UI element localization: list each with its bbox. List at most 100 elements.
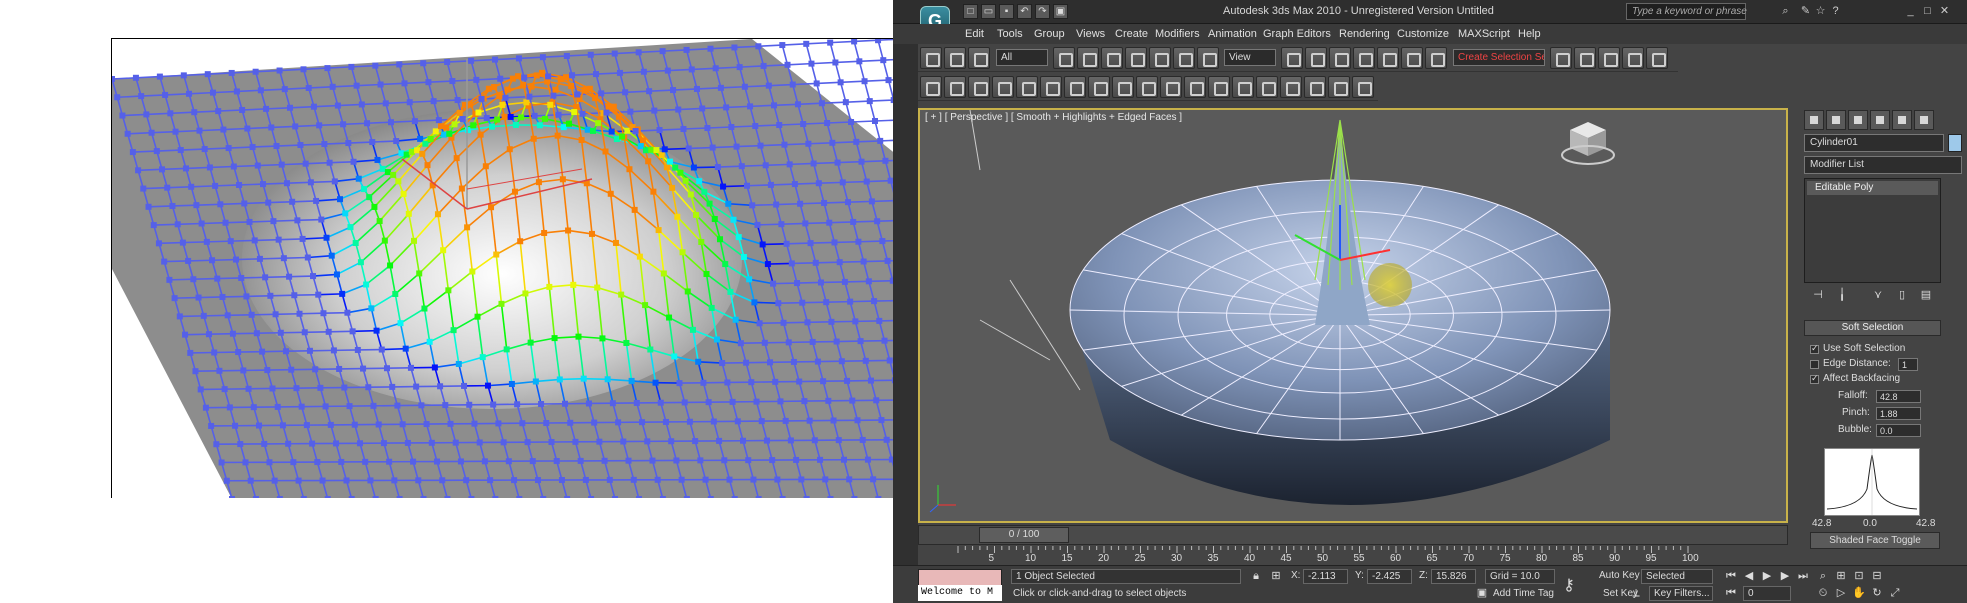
tool-button-14[interactable]: [1232, 76, 1254, 98]
search-input[interactable]: Type a keyword or phrase: [1626, 3, 1747, 20]
tool-button-7[interactable]: [1064, 76, 1086, 98]
time-config-icon[interactable]: ⏲: [1815, 586, 1831, 601]
go-to-start-icon[interactable]: ⏮: [1723, 569, 1739, 584]
mirror-button[interactable]: [1550, 47, 1572, 69]
reference-coordinate-select[interactable]: View: [1224, 49, 1276, 66]
move-button[interactable]: [1149, 47, 1171, 69]
percent-snap-button[interactable]: [1401, 47, 1423, 69]
menu-help[interactable]: Help: [1518, 28, 1541, 40]
motion-tab-icon[interactable]: [1870, 110, 1890, 130]
menu-views[interactable]: Views: [1076, 28, 1105, 40]
menu-maxscript[interactable]: MAXScript: [1458, 28, 1510, 40]
pivot-center-button[interactable]: [1281, 47, 1303, 69]
field-of-view-icon[interactable]: ▷: [1833, 586, 1849, 601]
zoom-icon[interactable]: ⌕: [1815, 569, 1831, 584]
align-button[interactable]: [1574, 47, 1596, 69]
viewport-label[interactable]: [ + ] [ Perspective ] [ Smooth + Highlig…: [925, 112, 1182, 123]
absolute-mode-icon[interactable]: ⊞: [1268, 569, 1284, 584]
menu-edit[interactable]: Edit: [965, 28, 984, 40]
tool-button-5[interactable]: [1016, 76, 1038, 98]
select-by-name-button[interactable]: [1077, 47, 1099, 69]
hierarchy-tab-icon[interactable]: [1848, 110, 1868, 130]
menu-customize[interactable]: Customize: [1397, 28, 1449, 40]
rotate-button[interactable]: [1173, 47, 1195, 69]
help-icon[interactable]: ?: [1828, 4, 1843, 19]
utilities-tab-icon[interactable]: [1914, 110, 1934, 130]
tool-button-9[interactable]: [1112, 76, 1134, 98]
modifier-list-select[interactable]: Modifier List: [1804, 156, 1962, 174]
tool-button-17[interactable]: [1304, 76, 1326, 98]
redo-icon[interactable]: ↷: [1035, 4, 1050, 19]
current-frame-field[interactable]: 0: [1743, 586, 1791, 601]
select-object-button[interactable]: [1053, 47, 1075, 69]
pan-icon[interactable]: ✋: [1851, 586, 1867, 601]
edge-distance-checkbox[interactable]: [1810, 360, 1819, 369]
tool-button-15[interactable]: [1256, 76, 1278, 98]
menu-graph-editors[interactable]: Graph Editors: [1263, 28, 1331, 40]
soft-selection-rollout[interactable]: Soft Selection: [1804, 320, 1941, 336]
maximize-icon[interactable]: □: [1920, 4, 1935, 19]
named-selection-set-select[interactable]: Create Selection Se: [1453, 49, 1545, 66]
y-coord-field[interactable]: -2.425: [1367, 569, 1412, 584]
stack-item-editable-poly[interactable]: Editable Poly: [1807, 181, 1938, 195]
show-end-result-icon[interactable]: ╽: [1832, 288, 1852, 306]
menu-rendering[interactable]: Rendering: [1339, 28, 1390, 40]
add-time-tag[interactable]: Add Time Tag: [1493, 588, 1554, 599]
menu-group[interactable]: Group: [1034, 28, 1065, 40]
tool-button-11[interactable]: [1160, 76, 1182, 98]
key-filters-button[interactable]: Key Filters...: [1649, 586, 1713, 601]
bubble-spinner[interactable]: 0.0: [1876, 424, 1921, 437]
maxscript-listener-text[interactable]: Welcome to M: [918, 585, 1002, 601]
bind-space-warp-button[interactable]: [968, 47, 990, 69]
play-icon[interactable]: ▶: [1759, 569, 1775, 584]
configure-sets-icon[interactable]: ▤: [1916, 288, 1936, 306]
set-key-icon[interactable]: ⟂: [1628, 586, 1644, 601]
star-icon[interactable]: ☆: [1813, 4, 1828, 19]
remove-modifier-icon[interactable]: ▯: [1892, 288, 1912, 306]
open-icon[interactable]: ▭: [981, 4, 996, 19]
modify-tab-icon[interactable]: [1826, 110, 1846, 130]
display-tab-icon[interactable]: [1892, 110, 1912, 130]
object-color-swatch[interactable]: [1948, 134, 1962, 152]
zoom-extents-icon[interactable]: ⊡: [1851, 569, 1867, 584]
shaded-face-toggle-button[interactable]: Shaded Face Toggle: [1810, 532, 1940, 549]
zoom-extents-all-icon[interactable]: ⊟: [1869, 569, 1885, 584]
menu-animation[interactable]: Animation: [1208, 28, 1257, 40]
tool-button-6[interactable]: [1040, 76, 1062, 98]
time-tag-icon[interactable]: ▣: [1474, 586, 1490, 601]
tool-button-3[interactable]: [968, 76, 990, 98]
auto-key-button[interactable]: Auto Key: [1599, 570, 1640, 581]
create-tab-icon[interactable]: [1804, 110, 1824, 130]
project-folder-icon[interactable]: ▣: [1053, 4, 1068, 19]
tool-button-16[interactable]: [1280, 76, 1302, 98]
select-manipulate-button[interactable]: [1305, 47, 1327, 69]
z-coord-field[interactable]: 15.826: [1431, 569, 1476, 584]
keyboard-shortcut-button[interactable]: [1329, 47, 1351, 69]
new-icon[interactable]: □: [963, 4, 978, 19]
edge-distance-spinner[interactable]: 1: [1898, 358, 1918, 371]
minimize-icon[interactable]: _: [1903, 4, 1918, 19]
track-bar[interactable]: 5 10 15 20 25 30 35 40 45 50 55 60 65 70 75 80 85 90 95 100: [918, 546, 1788, 564]
key-mode-select[interactable]: Selected: [1641, 569, 1713, 584]
save-icon[interactable]: ▪: [999, 4, 1014, 19]
tool-button-2[interactable]: [944, 76, 966, 98]
orbit-icon[interactable]: ↻: [1869, 586, 1885, 601]
key-mode-toggle-icon[interactable]: ⏮: [1723, 586, 1739, 601]
x-coord-field[interactable]: -2.113: [1303, 569, 1348, 584]
menu-tools[interactable]: Tools: [997, 28, 1023, 40]
make-unique-icon[interactable]: ⋎: [1868, 288, 1888, 306]
curve-editor-button[interactable]: [1622, 47, 1644, 69]
pinch-spinner[interactable]: 1.88: [1876, 407, 1921, 420]
undo-icon[interactable]: ↶: [1017, 4, 1032, 19]
time-slider[interactable]: 0 / 100: [979, 527, 1069, 543]
angle-snap-button[interactable]: [1377, 47, 1399, 69]
tool-button-19[interactable]: [1352, 76, 1374, 98]
tool-button-18[interactable]: [1328, 76, 1350, 98]
pin-stack-icon[interactable]: ⊣: [1808, 288, 1828, 306]
tool-button-13[interactable]: [1208, 76, 1230, 98]
binoculars-icon[interactable]: ⌕: [1778, 4, 1793, 19]
tool-button-12[interactable]: [1184, 76, 1206, 98]
select-link-button[interactable]: [920, 47, 942, 69]
window-crossing-button[interactable]: [1125, 47, 1147, 69]
layer-manager-button[interactable]: [1598, 47, 1620, 69]
